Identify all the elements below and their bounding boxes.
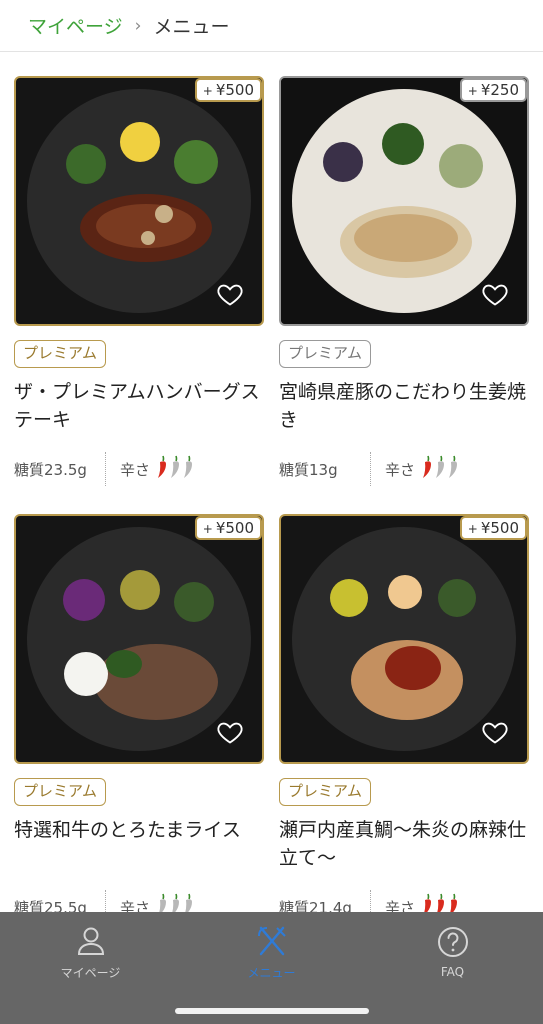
chili-pepper-icon	[436, 455, 445, 478]
tab-mypage[interactable]: マイページ	[0, 912, 181, 992]
fork-knife-icon	[257, 926, 286, 955]
heart-icon[interactable]	[481, 280, 509, 308]
price-tag: + ¥500	[194, 516, 262, 540]
carb-value: 糖質23.5g	[14, 452, 106, 486]
breadcrumb: マイページ › メニュー	[0, 0, 543, 52]
price-tag: + ¥500	[459, 516, 527, 540]
spice-label: 辛さ	[120, 460, 151, 479]
chili-pepper-icon	[424, 893, 432, 912]
spice-level: 辛さ	[385, 893, 460, 912]
menu-grid: +¥500 プレミアム ザ・プレミアムハンバーグステーキ 糖質23.5g 辛さ	[0, 52, 543, 912]
nutrition-info: 糖質13g 辛さ	[279, 452, 529, 486]
chili-pepper-icon	[171, 455, 180, 478]
person-icon	[77, 927, 104, 955]
menu-title[interactable]: 特選和牛のとろたまライス	[14, 816, 264, 844]
price-tag: + ¥250	[459, 78, 527, 102]
menu-title[interactable]: 瀬戸内産真鯛〜朱炎の麻辣仕立て〜	[279, 816, 529, 872]
pepper-icons	[421, 893, 460, 912]
carb-value: 糖質21.4g	[279, 890, 371, 912]
menu-title[interactable]: 宮崎県産豚のこだわり生姜焼き	[279, 378, 529, 434]
nutrition-info: 糖質25.5g 辛さ	[14, 890, 264, 912]
heart-icon[interactable]	[216, 718, 244, 746]
bottom-tab-bar: マイページ メニュー FAQ	[0, 912, 543, 1024]
heart-icon[interactable]	[481, 718, 509, 746]
chili-pepper-icon	[437, 893, 445, 912]
food-photo[interactable]: + ¥500	[14, 514, 264, 764]
premium-badge: プレミアム	[14, 778, 106, 806]
premium-badge: プレミアム	[279, 778, 371, 806]
food-photo[interactable]: + ¥500	[279, 514, 529, 764]
menu-card[interactable]: + ¥500 プレミアム 瀬戸内産真鯛〜朱炎の麻辣仕立て〜 糖質21.4g 辛さ	[279, 514, 529, 912]
chevron-right-icon: ›	[134, 15, 142, 36]
menu-card[interactable]: + ¥250 プレミアム 宮崎県産豚のこだわり生姜焼き 糖質13g 辛さ	[279, 76, 529, 496]
tab-menu[interactable]: メニュー	[181, 912, 362, 992]
menu-card[interactable]: + ¥500 プレミアム ザ・プレミアムハンバーグステーキ 糖質23.5g 辛さ	[14, 76, 264, 496]
spice-level: 辛さ	[385, 455, 460, 483]
home-indicator	[175, 1008, 369, 1014]
spice-label: 辛さ	[385, 898, 416, 913]
pepper-icons	[421, 455, 460, 483]
spice-level: 辛さ	[120, 455, 195, 483]
carb-value: 糖質13g	[279, 452, 371, 486]
spice-label: 辛さ	[385, 460, 416, 479]
chili-pepper-icon	[158, 455, 167, 478]
chili-pepper-icon	[423, 455, 432, 478]
pepper-icons	[156, 893, 195, 912]
heart-icon[interactable]	[216, 280, 244, 308]
tab-label: メニュー	[247, 965, 296, 980]
premium-badge: プレミアム	[14, 340, 106, 368]
chili-pepper-icon	[449, 455, 458, 478]
price-tag: + ¥500	[194, 78, 262, 102]
tab-label: FAQ	[440, 965, 465, 979]
carb-value: 糖質25.5g	[14, 890, 106, 912]
nutrition-info: 糖質23.5g 辛さ	[14, 452, 264, 486]
food-photo[interactable]: + ¥500	[14, 76, 264, 326]
nutrition-info: 糖質21.4g 辛さ	[279, 890, 529, 912]
question-icon	[437, 927, 468, 957]
breadcrumb-mypage-link[interactable]: マイページ	[28, 12, 123, 39]
chili-pepper-icon	[172, 893, 180, 912]
tab-faq[interactable]: FAQ	[362, 912, 543, 992]
chili-pepper-icon	[450, 893, 458, 912]
chili-pepper-icon	[185, 893, 193, 912]
pepper-icons	[156, 455, 195, 483]
premium-badge: プレミアム	[279, 340, 371, 368]
breadcrumb-current: メニュー	[153, 16, 230, 38]
tab-label: マイページ	[60, 965, 121, 980]
menu-title[interactable]: ザ・プレミアムハンバーグステーキ	[14, 378, 264, 434]
chili-pepper-icon	[184, 455, 193, 478]
spice-label: 辛さ	[120, 898, 151, 913]
food-photo[interactable]: + ¥250	[279, 76, 529, 326]
menu-card[interactable]: + ¥500 プレミアム 特選和牛のとろたまライス 糖質25.5g 辛さ	[14, 514, 264, 912]
chili-pepper-icon	[159, 893, 167, 912]
spice-level: 辛さ	[120, 893, 195, 912]
